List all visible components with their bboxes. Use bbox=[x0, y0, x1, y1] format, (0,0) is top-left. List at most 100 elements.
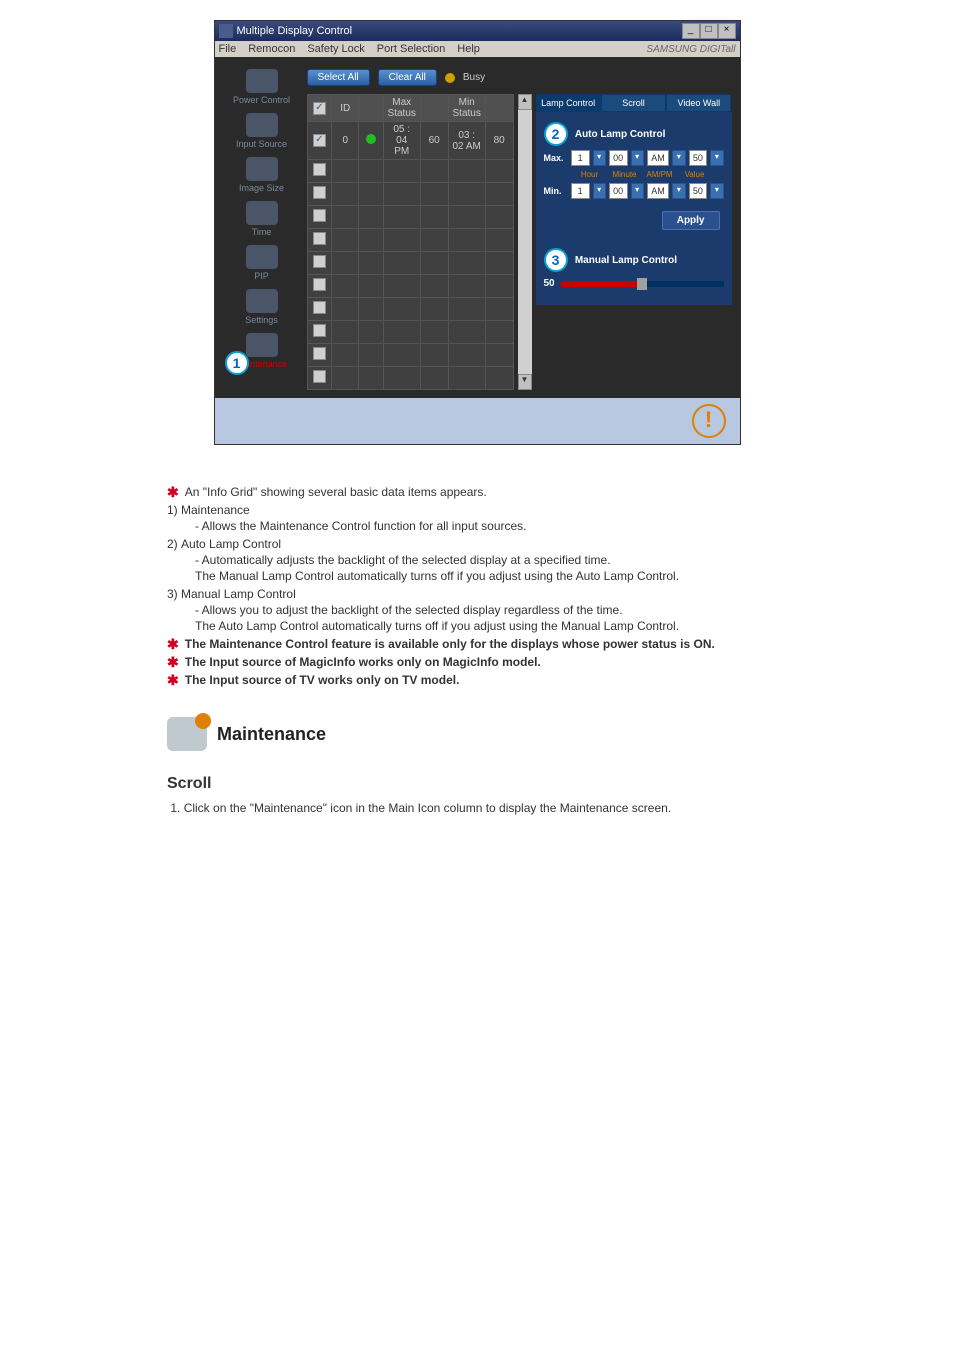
bold-note-2: ✱ The Input source of MagicInfo works on… bbox=[167, 655, 787, 669]
sidebar-item-image-size[interactable]: Image Size bbox=[223, 155, 301, 197]
spin-button[interactable]: ▾ bbox=[631, 150, 644, 166]
list-item-1-line: - Allows the Maintenance Control functio… bbox=[195, 519, 787, 533]
time-icon bbox=[246, 201, 278, 225]
table-row bbox=[307, 344, 513, 367]
cell-min-val: 80 bbox=[485, 122, 513, 160]
sub-heading-scroll: Scroll bbox=[167, 775, 787, 793]
app-icon bbox=[219, 24, 233, 38]
row-checkbox[interactable] bbox=[313, 370, 326, 383]
control-panel: Lamp Control Scroll Video Wall 2 Auto La… bbox=[536, 94, 732, 390]
slider-value: 50 bbox=[544, 278, 555, 289]
row-checkbox[interactable] bbox=[313, 278, 326, 291]
bold-note-1: ✱ The Maintenance Control feature is ava… bbox=[167, 637, 787, 651]
sidebar-item-label: Image Size bbox=[239, 183, 284, 193]
callout-1: 1 bbox=[225, 351, 249, 375]
sidebar-item-maintenance[interactable]: 1 Maintenance bbox=[223, 331, 301, 373]
manual-lamp-slider-row: 50 bbox=[544, 278, 724, 289]
tab-lamp-control[interactable]: Lamp Control bbox=[536, 94, 601, 112]
min-label: Min. bbox=[544, 186, 568, 196]
menu-remocon[interactable]: Remocon bbox=[248, 43, 295, 55]
clear-all-button[interactable]: Clear All bbox=[378, 69, 437, 86]
row-checkbox[interactable] bbox=[313, 232, 326, 245]
col-status-icon bbox=[359, 95, 383, 122]
star-icon: ✱ bbox=[167, 485, 179, 499]
spin-button[interactable]: ▾ bbox=[631, 183, 644, 199]
close-button[interactable]: × bbox=[718, 23, 736, 39]
power-icon bbox=[246, 69, 278, 93]
max-row: Max. 1 ▾ 00 ▾ AM ▾ 50 ▾ bbox=[544, 150, 724, 166]
spin-button[interactable]: ▾ bbox=[710, 183, 723, 199]
list-item-2: 2) Auto Lamp Control bbox=[167, 537, 787, 551]
table-row bbox=[307, 321, 513, 344]
row-checkbox[interactable] bbox=[313, 209, 326, 222]
spin-button[interactable]: ▾ bbox=[593, 150, 606, 166]
row-checkbox[interactable] bbox=[313, 163, 326, 176]
scroll-up-icon[interactable]: ▲ bbox=[518, 94, 532, 110]
spin-button[interactable]: ▾ bbox=[672, 183, 685, 199]
window-buttons: _ □ × bbox=[682, 23, 736, 39]
min-minute-input[interactable]: 00 bbox=[609, 183, 628, 199]
sidebar-item-pip[interactable]: PIP bbox=[223, 243, 301, 285]
menu-help[interactable]: Help bbox=[457, 43, 480, 55]
list-item-1: 1) Maintenance bbox=[167, 503, 787, 517]
sidebar-item-settings[interactable]: Settings bbox=[223, 287, 301, 329]
table-row bbox=[307, 275, 513, 298]
menu-file[interactable]: File bbox=[219, 43, 237, 55]
star-icon: ✱ bbox=[167, 637, 179, 651]
menu-safety-lock[interactable]: Safety Lock bbox=[307, 43, 364, 55]
select-all-button[interactable]: Select All bbox=[307, 69, 370, 86]
max-ampm-input[interactable]: AM bbox=[647, 150, 670, 166]
auto-lamp-title: Auto Lamp Control bbox=[575, 129, 666, 140]
scroll-down-icon[interactable]: ▼ bbox=[518, 374, 532, 390]
sidebar-item-label: Time bbox=[252, 227, 272, 237]
note-intro: ✱ An "Info Grid" showing several basic d… bbox=[167, 485, 787, 499]
tab-video-wall[interactable]: Video Wall bbox=[666, 94, 731, 112]
max-hour-input[interactable]: 1 bbox=[571, 150, 590, 166]
min-value-input[interactable]: 50 bbox=[689, 183, 708, 199]
spin-button[interactable]: ▾ bbox=[672, 150, 685, 166]
spin-button[interactable]: ▾ bbox=[710, 150, 723, 166]
max-minute-input[interactable]: 00 bbox=[609, 150, 628, 166]
apply-button[interactable]: Apply bbox=[662, 211, 720, 230]
bold-note-3: ✱ The Input source of TV works only on T… bbox=[167, 673, 787, 687]
menu-bar: File Remocon Safety Lock Port Selection … bbox=[215, 41, 740, 57]
busy-indicator-icon bbox=[445, 73, 455, 83]
status-bar: ! bbox=[215, 398, 740, 444]
cell-max-val: 60 bbox=[420, 122, 448, 160]
sidebar-item-input-source[interactable]: Input Source bbox=[223, 111, 301, 153]
row-checkbox[interactable] bbox=[313, 301, 326, 314]
tab-scroll[interactable]: Scroll bbox=[601, 94, 666, 112]
row-checkbox[interactable] bbox=[313, 255, 326, 268]
sidebar-item-time[interactable]: Time bbox=[223, 199, 301, 241]
section-title: Maintenance bbox=[217, 724, 326, 745]
header-checkbox[interactable] bbox=[313, 102, 326, 115]
manual-lamp-slider[interactable] bbox=[561, 281, 724, 287]
max-value-input[interactable]: 50 bbox=[689, 150, 708, 166]
note-text: The Maintenance Control feature is avail… bbox=[185, 637, 715, 651]
slider-thumb[interactable] bbox=[637, 278, 647, 290]
row-checkbox[interactable] bbox=[313, 134, 326, 147]
table-row[interactable]: 0 05 : 04 PM 60 03 : 02 AM 80 bbox=[307, 122, 513, 160]
row-checkbox[interactable] bbox=[313, 324, 326, 337]
maximize-button[interactable]: □ bbox=[700, 23, 718, 39]
list-item-3-line: The Auto Lamp Control automatically turn… bbox=[195, 619, 787, 633]
status-dot-icon bbox=[366, 134, 376, 144]
note-text: The Input source of TV works only on TV … bbox=[185, 673, 460, 687]
minimize-button[interactable]: _ bbox=[682, 23, 700, 39]
row-checkbox[interactable] bbox=[313, 347, 326, 360]
alert-icon: ! bbox=[692, 404, 726, 438]
cell-id: 0 bbox=[332, 122, 359, 160]
spin-button[interactable]: ▾ bbox=[593, 183, 606, 199]
min-ampm-input[interactable]: AM bbox=[647, 183, 670, 199]
input-source-icon bbox=[246, 113, 278, 137]
star-icon: ✱ bbox=[167, 655, 179, 669]
max-label: Max. bbox=[544, 153, 568, 163]
grid-scrollbar[interactable]: ▲ ▼ bbox=[518, 94, 532, 390]
sidebar-item-power-control[interactable]: Power Control bbox=[223, 67, 301, 109]
doc-content: ✱ An "Info Grid" showing several basic d… bbox=[167, 485, 787, 815]
min-hour-input[interactable]: 1 bbox=[571, 183, 590, 199]
row-checkbox[interactable] bbox=[313, 186, 326, 199]
window-title: Multiple Display Control bbox=[237, 25, 353, 37]
menu-port-selection[interactable]: Port Selection bbox=[377, 43, 445, 55]
note-text: An "Info Grid" showing several basic dat… bbox=[185, 485, 487, 499]
